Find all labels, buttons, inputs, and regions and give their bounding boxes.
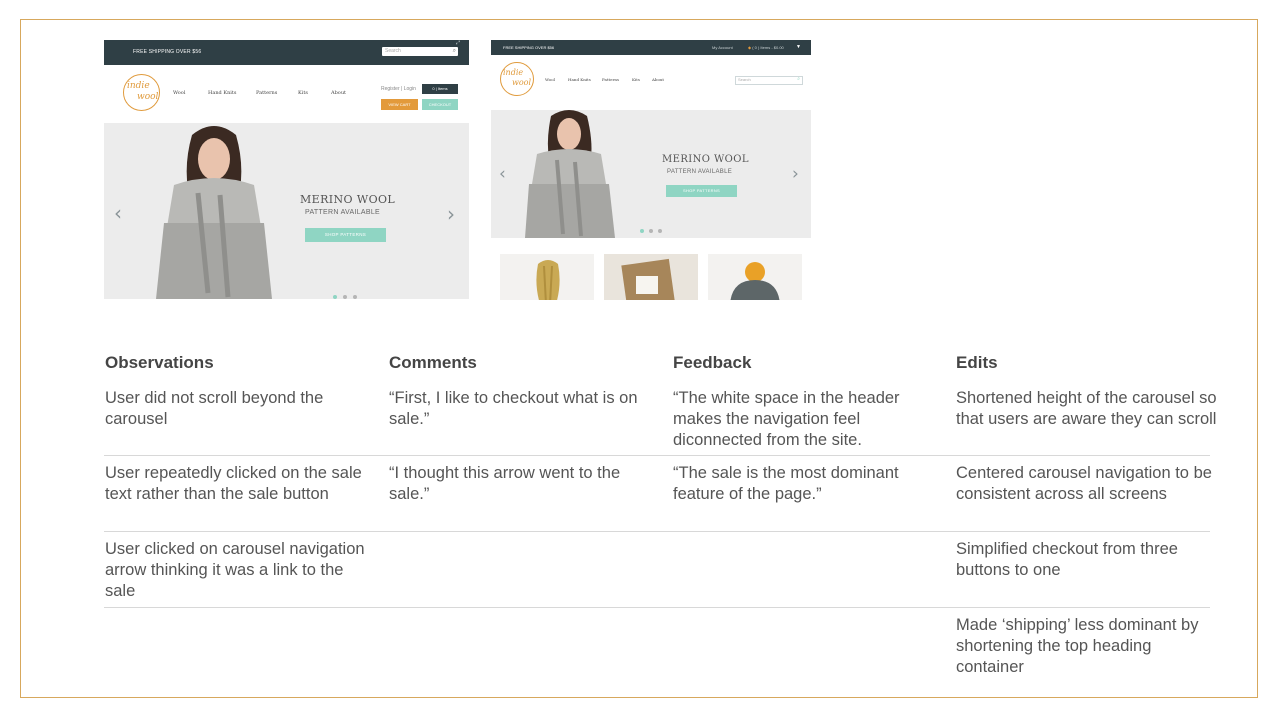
carousel-dot-3[interactable] xyxy=(658,229,662,233)
chevron-down-icon[interactable]: ▼ xyxy=(796,44,801,50)
shop-patterns-label: SHOP PATTERNS xyxy=(682,188,721,193)
carousel-dot-1[interactable] xyxy=(333,295,337,299)
carousel-dot-2[interactable] xyxy=(649,229,653,233)
search-input[interactable]: Search ⌕ xyxy=(735,76,803,85)
shop-patterns-button[interactable]: SHOP PATTERNS xyxy=(305,228,386,242)
observation-cell: User repeatedly clicked on the sale text… xyxy=(105,464,362,503)
model-photo xyxy=(156,126,272,299)
model-photo xyxy=(525,110,615,238)
shop-patterns-label: SHOP PATTERNS xyxy=(324,232,367,237)
top-bar: FREE SHIPPING OVER $56 Search ⌕ ⤢ xyxy=(104,40,469,65)
nav-item-wool[interactable]: Wool xyxy=(545,77,555,82)
checkout-button[interactable]: CHECKOUT xyxy=(422,99,458,110)
shipping-banner: FREE SHIPPING OVER $56 xyxy=(133,49,202,55)
edit-cell: Centered carousel navigation to be consi… xyxy=(956,464,1212,503)
logo-text-line1: indie xyxy=(503,68,524,77)
knit-hat-image xyxy=(730,262,780,300)
nav-item-patterns[interactable]: Patterns xyxy=(602,77,619,82)
product-thumb-hat[interactable] xyxy=(708,254,802,300)
search-icon: ⌕ xyxy=(452,48,456,54)
my-account-link[interactable]: My Account xyxy=(712,45,733,50)
site-header: indie wool Wool Hand Knits Patterns Kits… xyxy=(104,65,469,123)
website-screenshot-v1: FREE SHIPPING OVER $56 Search ⌕ ⤢ indie … xyxy=(104,40,469,299)
carousel-prev-arrow[interactable]: ‹ xyxy=(114,201,122,225)
carousel-dot-1[interactable] xyxy=(640,229,644,233)
cart-label: ( 0 ) Items - $0.00 xyxy=(752,45,784,50)
product-thumb-yarn[interactable] xyxy=(500,254,594,300)
header-comments: Comments xyxy=(389,353,477,372)
yarn-skein-image xyxy=(536,260,560,300)
hero-subtitle[interactable]: PATTERN AVAILABLE xyxy=(305,209,380,216)
logo-text-line2: wool xyxy=(137,92,159,102)
search-input[interactable]: Search ⌕ xyxy=(382,47,458,56)
edit-cell: Made ‘shipping’ less dominant by shorten… xyxy=(956,616,1199,676)
carousel-dot-2[interactable] xyxy=(343,295,347,299)
carousel-dot-3[interactable] xyxy=(353,295,357,299)
hero-carousel: ‹ › MERINO WOOL PATTERN AVAILABLE SHOP P… xyxy=(104,123,469,299)
edit-cell: Simplified checkout from three buttons t… xyxy=(956,540,1178,579)
carousel-prev-arrow[interactable]: ‹ xyxy=(499,164,506,184)
carousel-next-arrow[interactable]: › xyxy=(447,202,455,226)
brand-logo[interactable]: indie wool xyxy=(123,74,160,111)
hero-title[interactable]: MERINO WOOL xyxy=(300,193,395,206)
nav-item-kits[interactable]: Kits xyxy=(298,90,308,96)
edit-cell: Shortened height of the carousel so that… xyxy=(956,389,1217,428)
hero-title[interactable]: MERINO WOOL xyxy=(662,154,749,165)
hero-subtitle[interactable]: PATTERN AVAILABLE xyxy=(667,169,732,175)
nav-item-hand-knits[interactable]: Hand Knits xyxy=(208,90,236,96)
row-divider xyxy=(104,531,1210,532)
pattern-book-image xyxy=(604,254,698,300)
register-login-link[interactable]: Register | Login xyxy=(381,86,416,92)
view-cart-button[interactable]: VIEW CART xyxy=(381,99,418,110)
nav-item-hand-knits[interactable]: Hand Knits xyxy=(568,77,591,82)
comment-cell: “I thought this arrow went to the sale.” xyxy=(389,464,621,503)
row-divider xyxy=(104,455,1210,456)
search-placeholder: Search xyxy=(738,77,751,82)
shipping-banner: FREE SHIPPING OVER $56 xyxy=(503,45,555,50)
brand-logo[interactable]: indie wool xyxy=(500,62,534,96)
cart-label: 0 | Items xyxy=(432,86,448,91)
nav-item-about[interactable]: About xyxy=(652,77,664,82)
search-icon: ⌕ xyxy=(797,76,800,82)
observation-cell: User did not scroll beyond the carousel xyxy=(105,389,324,428)
nav-item-patterns[interactable]: Patterns xyxy=(256,90,277,96)
cart-link[interactable]: ◆ ( 0 ) Items - $0.00 xyxy=(748,45,784,50)
cart-icon: ◆ xyxy=(748,45,752,50)
carousel-next-arrow[interactable]: › xyxy=(792,164,799,184)
logo-text-line1: indie xyxy=(127,81,150,91)
feedback-cell: “The sale is the most dominant feature o… xyxy=(673,464,899,503)
header-observations: Observations xyxy=(105,353,214,372)
nav-item-wool[interactable]: Wool xyxy=(173,90,185,96)
nav-item-kits[interactable]: Kits xyxy=(632,77,640,82)
header-edits: Edits xyxy=(956,353,998,372)
feedback-cell: “The white space in the header makes the… xyxy=(673,389,900,449)
search-placeholder: Search xyxy=(385,48,401,54)
website-screenshot-v2: FREE SHIPPING OVER $56 My Account ◆ ( 0 … xyxy=(491,40,811,300)
hero-carousel: ‹ › MERINO WOOL PATTERN AVAILABLE SHOP P… xyxy=(491,110,811,238)
view-cart-label: VIEW CART xyxy=(388,102,411,107)
shop-patterns-button[interactable]: SHOP PATTERNS xyxy=(666,185,737,197)
checkout-label: CHECKOUT xyxy=(428,102,452,107)
nav-item-about[interactable]: About xyxy=(331,90,346,96)
header-feedback: Feedback xyxy=(673,353,752,372)
product-thumb-pattern-book[interactable] xyxy=(604,254,698,300)
row-divider xyxy=(104,607,1210,608)
expand-icon: ⤢ xyxy=(456,40,461,46)
cart-button[interactable]: 0 | Items xyxy=(422,84,458,94)
logo-text-line2: wool xyxy=(512,78,532,87)
observation-cell: User clicked on carousel navigation arro… xyxy=(105,540,365,600)
top-bar: FREE SHIPPING OVER $56 My Account ◆ ( 0 … xyxy=(491,40,811,55)
comment-cell: “First, I like to checkout what is on sa… xyxy=(389,389,638,428)
